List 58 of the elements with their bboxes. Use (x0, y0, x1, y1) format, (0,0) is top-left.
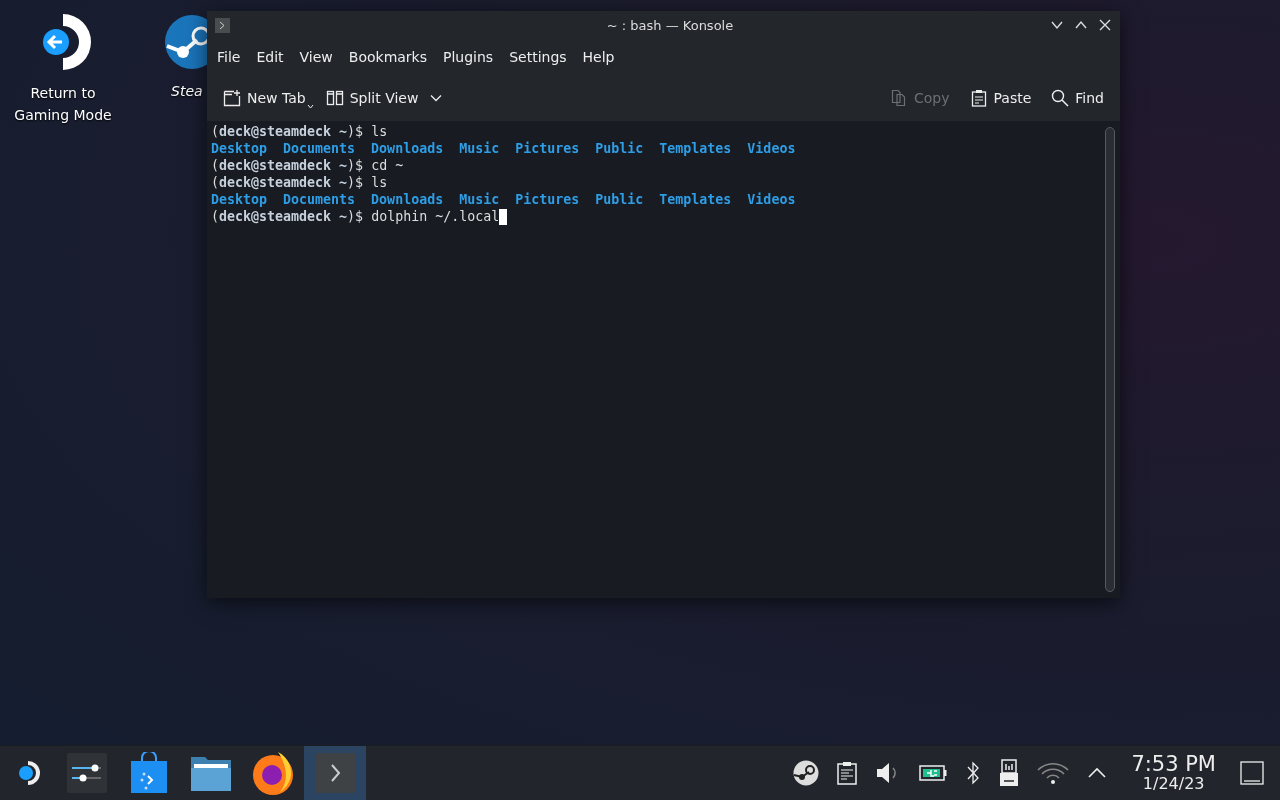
window-title: ~ : bash — Konsole (606, 17, 734, 33)
directory-name: Pictures (515, 191, 580, 208)
caret-icon (430, 94, 443, 102)
menu-item[interactable]: File (209, 45, 249, 69)
clock-date[interactable]: 1/24/23 (1142, 775, 1205, 793)
split-view-icon (325, 89, 344, 107)
show-desktop-icon[interactable] (1240, 761, 1264, 785)
directory-name: Downloads (371, 191, 444, 208)
directory-name: Music (459, 140, 500, 157)
menu-item[interactable]: View (291, 45, 341, 69)
steam-logo-icon[interactable] (793, 760, 820, 786)
shopping-bag-icon[interactable] (130, 752, 168, 794)
split-button[interactable]: Split View (315, 85, 453, 111)
directory-name: Public (595, 140, 644, 157)
directory-name: Documents (283, 191, 356, 208)
directory-name: Desktop (211, 191, 268, 208)
clipboard-icon (969, 89, 988, 107)
scrollbar-track[interactable] (1105, 127, 1115, 592)
terminal-line: (deck@steamdeck ~)$ ls (211, 123, 388, 140)
menu-item[interactable]: Edit (248, 45, 292, 69)
caret-icon (306, 104, 314, 109)
terminal-line: (deck@steamdeck ~)$ dolphin ~/.local (211, 208, 500, 225)
chevron-up-icon[interactable] (1087, 767, 1108, 779)
fox-globe-icon[interactable] (250, 750, 296, 796)
directory-name: Desktop (211, 140, 268, 157)
new-tab-icon (223, 89, 241, 107)
menu-item[interactable]: Plugins (435, 45, 502, 69)
paste-button[interactable]: Paste (959, 85, 1042, 111)
sliders-icon[interactable] (67, 753, 107, 793)
terminal-line: (deck@steamdeck ~)$ cd ~ (211, 157, 404, 174)
terminal-icon (215, 17, 230, 33)
directory-name: Videos (747, 140, 796, 157)
menu-item[interactable]: Bookmarks (340, 45, 435, 69)
close-icon[interactable] (1098, 18, 1112, 32)
desktop-icon-label[interactable]: Stea (171, 80, 203, 102)
directory-name: Music (459, 191, 500, 208)
menu-item[interactable]: Settings (501, 45, 575, 69)
battery-charging-icon[interactable] (919, 765, 948, 781)
directory-name: Documents (283, 140, 356, 157)
terminal-icon[interactable] (315, 753, 355, 793)
directory-name: Public (595, 191, 644, 208)
directory-name: Downloads (371, 140, 444, 157)
menu-item[interactable]: Help (574, 45, 623, 69)
directory-name: Pictures (515, 140, 580, 157)
folder-icon[interactable] (191, 755, 231, 791)
directory-name: Templates (659, 191, 732, 208)
usb-drive-icon[interactable] (999, 759, 1020, 787)
clock-time[interactable]: 7:53 PM (1131, 753, 1216, 775)
copy-icon (890, 89, 908, 107)
clipboard-icon[interactable] (837, 761, 858, 785)
directory-name: Templates (659, 140, 732, 157)
desktop-icon-label[interactable]: Return to Gaming Mode (13, 82, 113, 126)
newtab-button[interactable]: New Tab (213, 85, 316, 111)
terminal-line: (deck@steamdeck ~)$ ls (211, 174, 388, 191)
directory-name: Videos (747, 191, 796, 208)
find-button[interactable]: Find (1041, 85, 1114, 111)
wifi-icon[interactable] (1037, 761, 1070, 785)
search-icon (1051, 89, 1070, 107)
